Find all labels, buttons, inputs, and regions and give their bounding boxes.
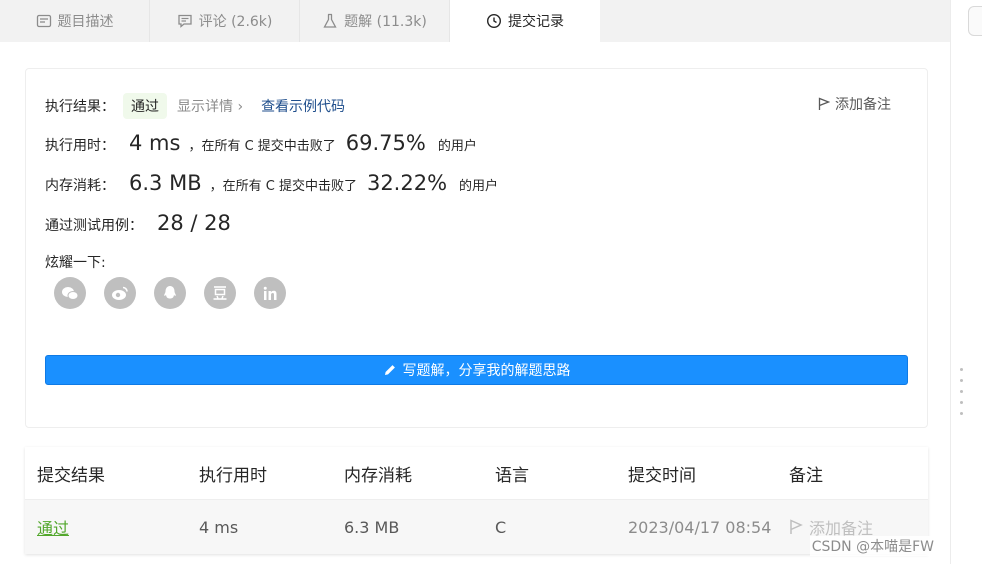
header-submitted: 提交时间	[628, 465, 696, 486]
example-code-link[interactable]: 查看示例代码	[261, 96, 345, 116]
linkedin-icon[interactable]	[254, 277, 286, 309]
memory-label: 内存消耗：	[45, 178, 115, 194]
time-suffix: 的用户	[437, 139, 477, 154]
memory-suffix: 的用户	[459, 179, 499, 194]
status-row: 执行结果： 通过 显示详情 › 查看示例代码	[45, 93, 345, 119]
memory-beat-text: ，在所有 C 提交中击败了	[209, 179, 357, 194]
submission-table: 提交结果 执行用时 内存消耗 语言 提交时间 备注 通过 4 ms 6.3 MB…	[25, 447, 928, 554]
header-result: 提交结果	[37, 465, 105, 486]
clock-icon	[486, 13, 502, 29]
time-row: 执行用时： 4 ms ，在所有 C 提交中击败了 69.75% 的用户	[45, 131, 477, 155]
weibo-icon[interactable]	[104, 277, 136, 309]
memory-value: 6.3 MB	[129, 171, 202, 195]
write-solution-label: 写题解，分享我的解题思路	[402, 363, 571, 379]
header-language: 语言	[495, 465, 529, 486]
comment-icon	[177, 13, 193, 29]
tab-solutions[interactable]: 题解 (11.3k)	[300, 0, 450, 42]
flask-icon	[322, 13, 338, 29]
status-badge: 通过	[123, 93, 167, 119]
tab-comments[interactable]: 评论 (2.6k)	[150, 0, 300, 42]
add-note-button[interactable]: 添加备注	[818, 94, 891, 114]
share-icons	[54, 277, 304, 309]
add-note-label: 添加备注	[835, 97, 891, 113]
flag-icon	[790, 519, 803, 534]
tab-label: 评论 (2.6k)	[198, 14, 273, 30]
time-value: 4 ms	[129, 131, 181, 155]
tab-label: 题解 (11.3k)	[344, 14, 427, 30]
tab-label: 提交记录	[508, 14, 564, 30]
rail-button[interactable]	[968, 6, 982, 36]
pencil-icon	[384, 365, 395, 375]
share-label: 炫耀一下:	[45, 255, 106, 271]
row-time: 4 ms	[199, 517, 239, 537]
row-submitted: 2023/04/17 08:54	[628, 517, 772, 537]
memory-row: 内存消耗： 6.3 MB ，在所有 C 提交中击败了 32.22% 的用户	[45, 171, 498, 195]
watermark: CSDN @本喵是FW	[809, 536, 936, 556]
result-card: 执行结果： 通过 显示详情 › 查看示例代码 添加备注 执行用时： 4 ms ，…	[25, 68, 928, 428]
submission-panel: 执行结果： 通过 显示详情 › 查看示例代码 添加备注 执行用时： 4 ms ，…	[0, 42, 950, 564]
time-label: 执行用时：	[45, 138, 115, 154]
qq-icon[interactable]	[154, 277, 186, 309]
tab-description[interactable]: 题目描述	[0, 0, 150, 42]
tab-bar: 题目描述 评论 (2.6k) 题解 (11.3k) 提交记录	[0, 0, 950, 42]
header-memory: 内存消耗	[344, 465, 412, 486]
flag-icon	[818, 97, 830, 110]
tab-submissions[interactable]: 提交记录	[450, 0, 600, 42]
row-result-link[interactable]: 通过	[25, 515, 199, 539]
write-solution-button[interactable]: 写题解，分享我的解题思路	[45, 355, 908, 385]
tests-value: 28 / 28	[157, 211, 231, 235]
tests-label: 通过测试用例：	[45, 218, 143, 234]
douban-icon[interactable]	[204, 277, 236, 309]
header-time: 执行用时	[199, 465, 267, 486]
table-header: 提交结果 执行用时 内存消耗 语言 提交时间 备注	[25, 447, 928, 500]
wechat-icon[interactable]	[54, 277, 86, 309]
memory-percent: 32.22%	[366, 171, 448, 195]
description-icon	[36, 13, 52, 29]
tests-row: 通过测试用例： 28 / 28	[45, 211, 231, 235]
tab-label: 题目描述	[57, 14, 114, 30]
show-details-link[interactable]: 显示详情 ›	[177, 96, 243, 116]
time-percent: 69.75%	[345, 131, 426, 155]
time-beat-text: ，在所有 C 提交中击败了	[188, 139, 336, 154]
row-memory: 6.3 MB	[344, 517, 400, 537]
row-language: C	[495, 517, 507, 537]
right-rail	[950, 0, 982, 564]
drag-handle[interactable]	[960, 368, 964, 424]
table-row: 通过 4 ms 6.3 MB C 2023/04/17 08:54 添加备注	[25, 500, 928, 554]
share-row: 炫耀一下:	[45, 252, 106, 272]
header-note: 备注	[789, 465, 823, 486]
status-label: 执行结果：	[45, 99, 115, 115]
